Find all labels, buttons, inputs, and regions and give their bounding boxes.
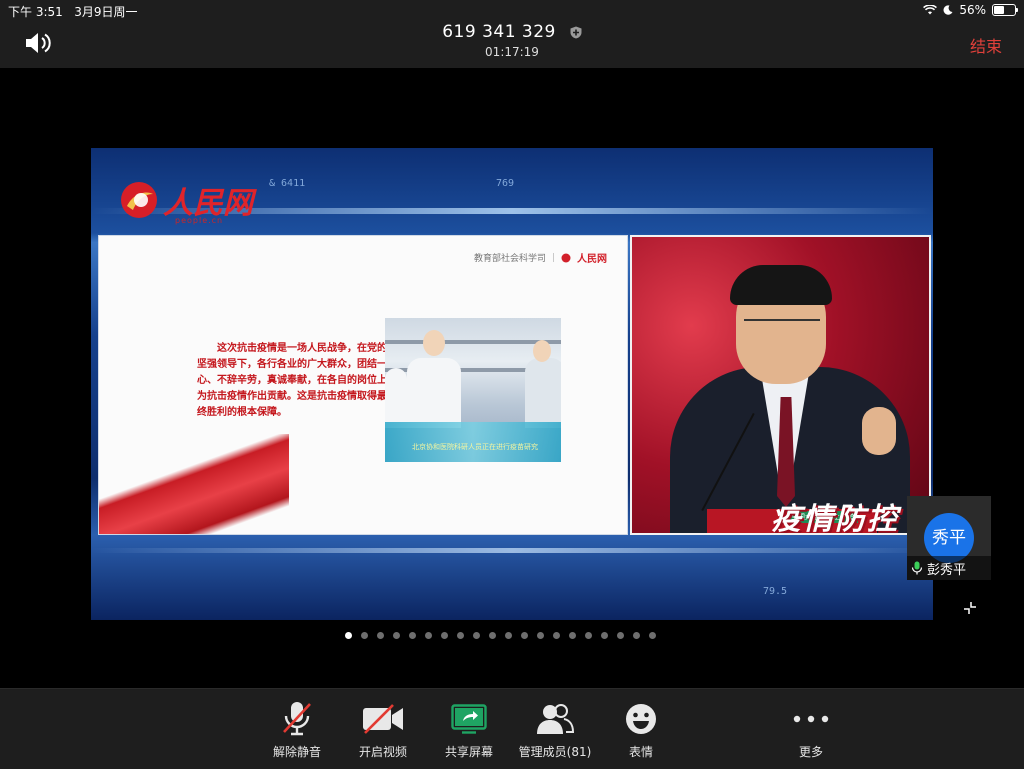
battery-icon [992,4,1018,16]
logo-mark-icon [121,182,157,218]
status-bar: 下午 3:51 3月9日周一 56% [0,0,1024,20]
status-time: 下午 3:51 [8,5,63,19]
share-screen-label: 共享屏幕 [444,745,493,759]
page-dot[interactable] [393,632,400,639]
glow-line-bottom [91,548,933,553]
hud-number: 769 [496,178,515,189]
more-label: 更多 [798,745,823,759]
page-dot[interactable] [473,632,480,639]
meeting-toolbar: 解除静音 开启视频 共享屏幕 管理成员(81) 表情 更多 [0,688,1024,769]
slide-logo-icon [561,253,571,262]
reactions-label: 表情 [628,745,653,759]
unmute-label: 解除静音 [272,745,321,759]
hud-number: & 6411 [269,178,306,189]
meeting-id-text: 619 341 329 [442,22,556,42]
muted-mic-icon [283,702,311,736]
page-indicator[interactable] [345,632,656,639]
more-icon [793,715,829,723]
page-dot[interactable] [361,632,368,639]
slide-header-text: 教育部社会科学司 [473,254,546,264]
page-dot[interactable] [505,632,512,639]
page-dot[interactable] [489,632,496,639]
participants-icon [537,704,575,734]
collapse-icon[interactable] [962,600,978,616]
page-dot[interactable] [585,632,592,639]
participants-button[interactable]: 管理成员(81) [510,699,600,760]
participant-name-bar: 彭秀平 [907,556,991,580]
participant-name: 彭秀平 [927,562,967,578]
smiley-icon [626,704,656,734]
page-dot[interactable] [601,632,608,639]
wifi-icon [923,5,938,15]
meeting-id: 619 341 329 [0,22,1024,42]
page-dot[interactable] [633,632,640,639]
status-date: 3月9日周一 [74,5,138,19]
slide-body-text: 这次抗击疫情是一场人民战争，在党的坚强领导下，各行各业的广大群众，团结一心、不辞… [197,343,387,418]
page-dot[interactable] [521,632,528,639]
status-right: 56% [923,3,1018,17]
unmute-button[interactable]: 解除静音 [252,699,342,760]
microphone-icon [911,561,923,575]
page-dot[interactable] [649,632,656,639]
logo-subtext: people.cn [175,216,224,225]
page-dot[interactable] [345,632,352,639]
status-left: 下午 3:51 3月9日周一 [8,3,138,20]
page-dot[interactable] [537,632,544,639]
more-button[interactable]: 更多 [766,699,856,760]
shared-screen[interactable]: & 6411 769 79.5 人民网 people.cn 教育部社会科学司 |… [91,148,933,620]
page-dot[interactable] [409,632,416,639]
share-screen-button[interactable]: 共享屏幕 [424,699,514,760]
participant-tile[interactable]: 秀平 彭秀平 [907,496,991,580]
video-off-icon [363,704,403,734]
end-meeting-button[interactable]: 结束 [970,33,1002,57]
page-dot[interactable] [569,632,576,639]
page-dot[interactable] [457,632,464,639]
participants-label: 管理成员(81) [518,745,592,759]
page-dot[interactable] [425,632,432,639]
page-dot[interactable] [441,632,448,639]
share-screen-icon [451,704,487,734]
meeting-header: 619 341 329 01:17:19 结束 [0,20,1024,68]
hud-number: 79.5 [763,586,788,597]
start-video-label: 开启视频 [358,745,407,759]
meeting-timer: 01:17:19 [485,45,539,59]
slide-header: 教育部社会科学司 | 人民网 [473,250,607,266]
moon-icon [943,5,953,15]
speaker-video: 全国大学生同上一堂 疫情防控 [630,235,931,535]
shield-icon[interactable] [570,26,582,39]
page-dot[interactable] [617,632,624,639]
people-daily-logo: 人民网 people.cn [119,178,253,225]
reactions-button[interactable]: 表情 [596,699,686,760]
photo-caption: 北京协和医院科研人员正在进行疫苗研究 [412,443,538,451]
lab-photo: 北京协和医院科研人员正在进行疫苗研究 [385,318,561,462]
page-dot[interactable] [553,632,560,639]
red-ribbon [99,434,289,534]
battery-percent: 56% [959,3,986,17]
presentation-slide: 教育部社会科学司 | 人民网 这次抗击疫情是一场人民战争，在党的坚强领导下，各行… [98,235,628,535]
slide-logo-text: 人民网 [577,254,607,265]
page-dot[interactable] [377,632,384,639]
start-video-button[interactable]: 开启视频 [338,699,428,760]
banner-title: 疫情防控 [771,502,899,535]
